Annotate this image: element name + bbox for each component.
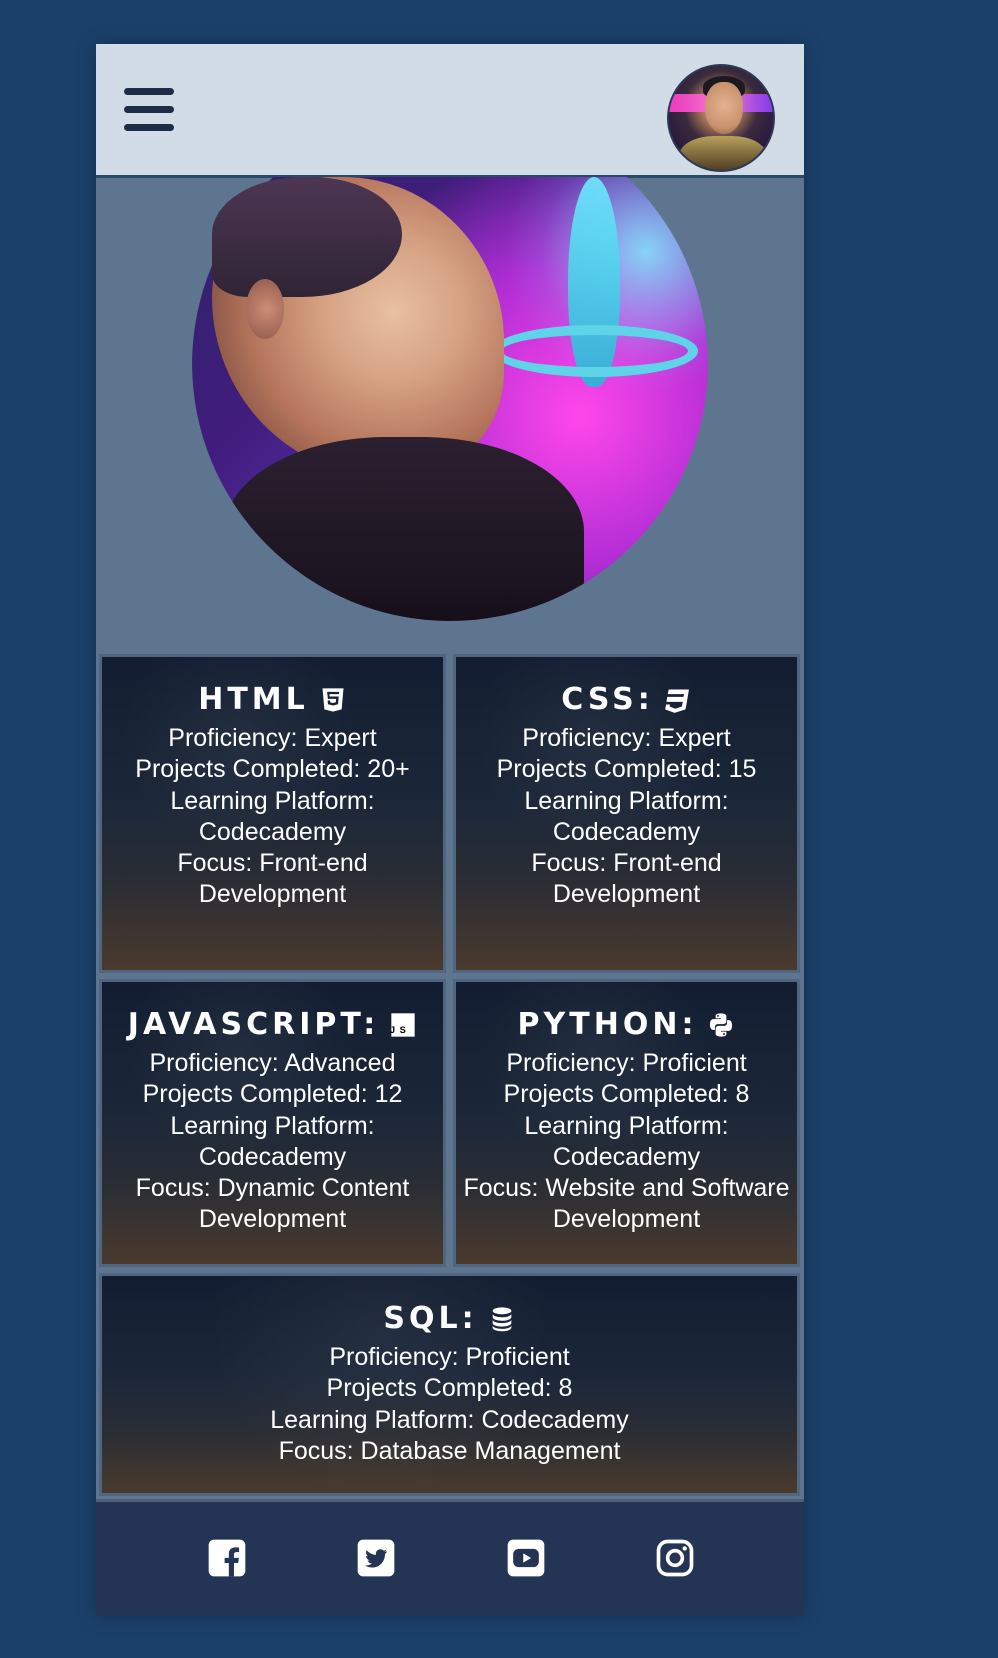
- hamburger-icon[interactable]: [124, 88, 174, 132]
- skill-focus: Focus: Website and Software Development: [463, 1174, 790, 1234]
- skill-projects: Projects Completed: 20+: [135, 755, 410, 784]
- skill-projects: Projects Completed: 15: [496, 755, 757, 784]
- python-icon: [707, 1011, 735, 1039]
- skill-projects: Projects Completed: 12: [142, 1080, 403, 1109]
- skill-focus: Focus: Database Management: [278, 1436, 621, 1465]
- skill-platform: Learning Platform: Codecademy: [270, 1405, 629, 1434]
- skill-card-sql: SQL: Proficiency: Proficient Projects Co…: [99, 1273, 800, 1496]
- skill-title-text: PYTHON:: [517, 1007, 698, 1042]
- skill-details: Proficiency: Proficient Projects Complet…: [102, 1342, 797, 1467]
- svg-text:JS: JS: [390, 1025, 411, 1035]
- youtube-icon[interactable]: [504, 1536, 548, 1580]
- skill-title: CSS:: [561, 685, 691, 715]
- skill-focus: Focus: Dynamic Content Development: [135, 1174, 410, 1234]
- skill-proficiency: Proficiency: Proficient: [329, 1343, 570, 1371]
- skill-title-text: HTML: [198, 682, 309, 717]
- skill-details: Proficiency: Expert Projects Completed: …: [456, 723, 797, 911]
- skill-card-python: PYTHON: Proficiency: Proficient Projects…: [453, 979, 800, 1267]
- skill-card-css: CSS: Proficiency: Expert Projects Comple…: [453, 654, 800, 973]
- facebook-icon[interactable]: [205, 1536, 249, 1580]
- skill-platform: Learning Platform: Codecademy: [524, 786, 729, 846]
- skill-platform: Learning Platform: Codecademy: [524, 1111, 729, 1171]
- skill-focus: Focus: Front-end Development: [531, 849, 722, 909]
- skill-card-javascript: JAVASCRIPT: JS Proficiency: Advanced Pro…: [99, 979, 446, 1267]
- profile-avatar[interactable]: [667, 64, 775, 172]
- skill-title-text: JAVASCRIPT:: [127, 1007, 380, 1042]
- skill-proficiency: Proficiency: Expert: [522, 724, 731, 752]
- skill-projects: Projects Completed: 8: [326, 1374, 573, 1403]
- skill-title-text: SQL:: [383, 1301, 478, 1336]
- skill-proficiency: Proficiency: Expert: [168, 724, 377, 752]
- skill-title: PYTHON:: [518, 1010, 736, 1040]
- skill-title: SQL:: [383, 1304, 515, 1334]
- site-header: [96, 44, 804, 178]
- skill-title-text: CSS:: [561, 682, 654, 717]
- page-frame: HTML Proficiency: Expert Projects Comple…: [96, 44, 804, 1616]
- html5-icon: [319, 686, 347, 714]
- skill-proficiency: Proficiency: Proficient: [506, 1049, 747, 1077]
- skill-card-html: HTML Proficiency: Expert Projects Comple…: [99, 654, 446, 973]
- skill-platform: Learning Platform: Codecademy: [170, 786, 375, 846]
- database-icon: [488, 1305, 516, 1333]
- css3-icon: [664, 686, 692, 714]
- hero-portrait: [192, 177, 708, 621]
- skill-title: JAVASCRIPT: JS: [128, 1010, 417, 1040]
- site-footer: [96, 1499, 804, 1616]
- skill-details: Proficiency: Advanced Projects Completed…: [102, 1048, 443, 1236]
- skill-details: Proficiency: Proficient Projects Complet…: [456, 1048, 797, 1236]
- skill-projects: Projects Completed: 8: [503, 1080, 750, 1109]
- skill-proficiency: Proficiency: Advanced: [149, 1049, 396, 1077]
- skill-focus: Focus: Front-end Development: [177, 849, 368, 909]
- instagram-icon[interactable]: [653, 1536, 697, 1580]
- twitter-icon[interactable]: [354, 1536, 398, 1580]
- skill-platform: Learning Platform: Codecademy: [170, 1111, 375, 1171]
- skill-title: HTML: [198, 685, 347, 715]
- skill-details: Proficiency: Expert Projects Completed: …: [102, 723, 443, 911]
- js-icon: JS: [389, 1011, 417, 1039]
